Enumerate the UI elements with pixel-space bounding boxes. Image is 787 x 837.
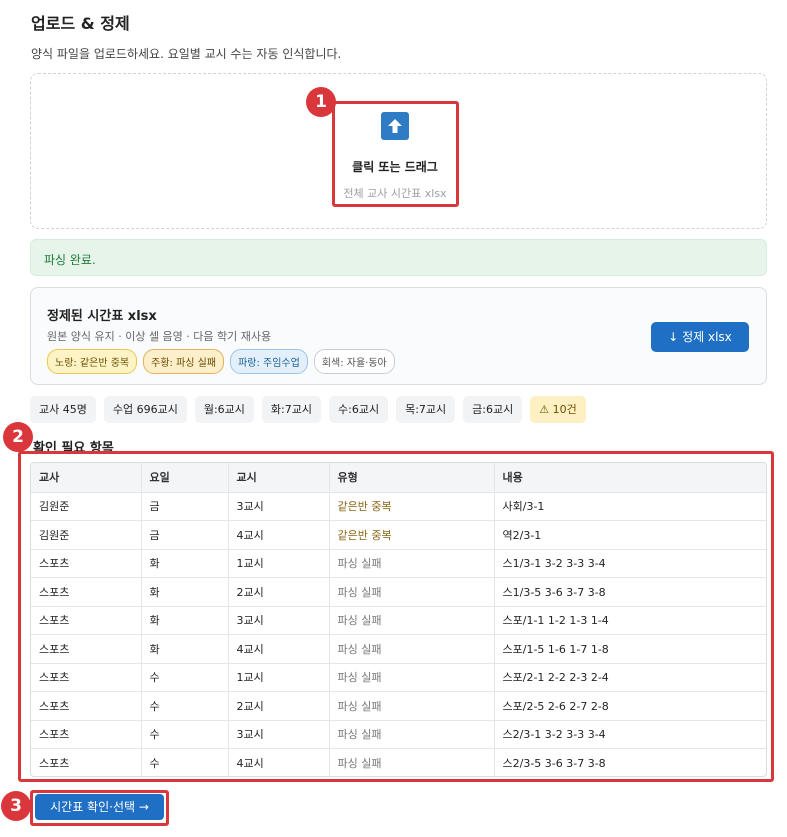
result-card: 정제된 시간표 xlsx 원본 양식 유지 · 이상 셀 음영 · 다음 학기 … [30, 287, 767, 385]
stat-warnings: ⚠ 10건 [530, 396, 586, 423]
callout-box-upload [332, 101, 459, 207]
stat-tuesday: 화:7교시 [261, 396, 321, 423]
callout-badge-1: 1 [306, 87, 336, 117]
parse-status-text: 파싱 완료. [44, 253, 96, 267]
legend-autonomous: 회색: 자율·동아 [313, 349, 395, 374]
stat-teachers: 교사 45명 [30, 396, 96, 423]
callout-badge-2: 2 [3, 422, 33, 452]
stat-thursday: 목:7교시 [396, 396, 456, 423]
legend: 노랑: 같은반 중복 주황: 파싱 실패 파랑: 주임수업 회색: 자율·동아 [47, 349, 395, 374]
legend-duplicate: 노랑: 같은반 중복 [47, 349, 138, 374]
result-title: 정제된 시간표 xlsx [47, 309, 157, 324]
callout-badge-3: 3 [1, 791, 31, 821]
stat-monday: 월:6교시 [194, 396, 254, 423]
page-title: 업로드 & 정제 [31, 14, 130, 33]
parse-status-banner: 파싱 완료. [30, 239, 767, 276]
legend-parse-fail: 주황: 파싱 실패 [143, 349, 225, 374]
result-subtitle: 원본 양식 유지 · 이상 셀 음영 · 다음 학기 재사용 [47, 330, 272, 343]
stat-friday: 금:6교시 [463, 396, 523, 423]
stats-chips: 교사 45명 수업 696교시 월:6교시 화:7교시 수:6교시 목:7교시 … [30, 396, 586, 423]
legend-head-class: 파랑: 주임수업 [230, 349, 308, 374]
stat-classes: 수업 696교시 [103, 396, 187, 423]
stat-wednesday: 수:6교시 [329, 396, 389, 423]
callout-box-confirm [30, 790, 169, 826]
download-xlsx-button[interactable]: ↓ 정제 xlsx [651, 322, 749, 352]
page-subtitle: 양식 파일을 업로드하세요. 요일별 교시 수는 자동 인식합니다. [31, 47, 342, 61]
callout-box-table [18, 451, 774, 782]
